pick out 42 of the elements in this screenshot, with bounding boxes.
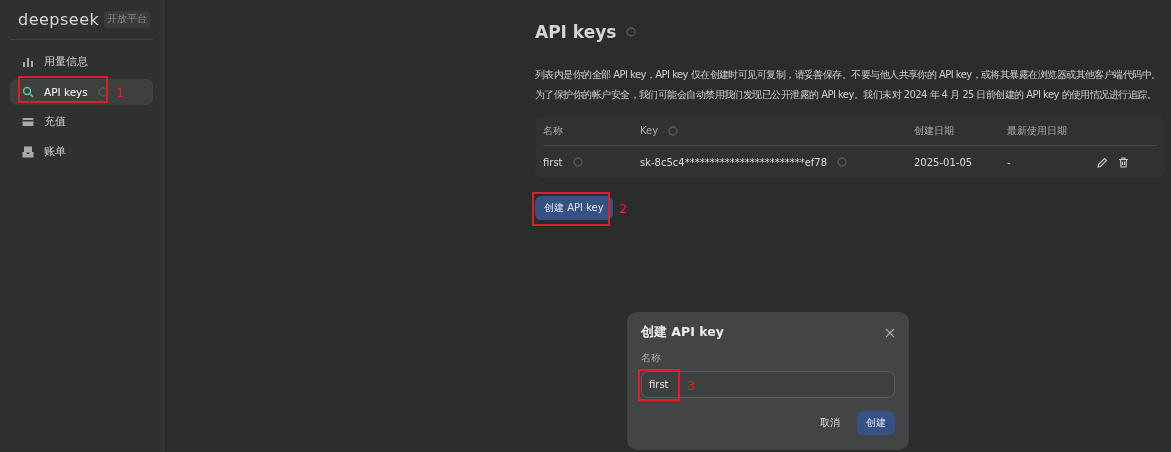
loading-icon <box>668 125 679 136</box>
loading-icon <box>572 157 583 167</box>
sidebar-item[interactable]: 充值 <box>10 109 153 135</box>
sidebar-item-label: 用量信息 <box>44 55 88 69</box>
column-header: 创建日期 <box>914 123 954 138</box>
table-cell: 2025-01-05 <box>914 156 973 168</box>
platform-badge: 开放平台 <box>104 11 151 28</box>
sidebar-item-label: 充值 <box>44 115 66 129</box>
logo: deepseek <box>18 10 100 29</box>
field-label: 名称 <box>641 352 662 365</box>
loading-icon <box>626 27 637 37</box>
page-title: API keys <box>535 22 617 42</box>
inbox-icon <box>22 146 34 158</box>
cancel-button[interactable]: 取消 <box>811 411 849 435</box>
annotation-number: 1 <box>116 84 125 100</box>
create-key-button[interactable]: 创建 API key <box>535 196 613 220</box>
search-icon <box>22 86 34 98</box>
table-cell: first <box>543 156 563 168</box>
description-text: 列表内是你的全部 API key，API key 仅在创建时可见可复制，请妥善保存。不要与他人共享你的 API key，或将其暴露在浏览器或其他客户端代码中。 <box>535 68 1162 82</box>
annotation-frame <box>638 369 680 401</box>
bar-chart-icon <box>22 56 34 68</box>
annotation-number: 3 <box>687 377 696 392</box>
column-header: 名称 <box>543 123 563 138</box>
sidebar-item-label: 账单 <box>44 145 66 159</box>
sidebar-item[interactable]: 用量信息 <box>10 49 153 75</box>
dialog-title: 创建 API key <box>641 324 724 341</box>
annotation-number: 2 <box>619 200 628 216</box>
wallet-icon <box>22 116 34 128</box>
delete-icon[interactable] <box>1118 156 1129 168</box>
loading-icon <box>97 87 108 97</box>
loading-icon <box>837 157 848 167</box>
column-header: 最新使用日期 <box>1007 123 1067 138</box>
confirm-button[interactable]: 创建 <box>857 411 895 435</box>
table-cell: - <box>1007 156 1011 168</box>
table-cell: sk-8c5c4************************ef78 <box>640 156 828 168</box>
sidebar-item[interactable]: API keys 1 <box>10 79 153 105</box>
sidebar-item-label: API keys <box>44 86 88 98</box>
sidebar-item[interactable]: 账单 <box>10 139 153 165</box>
description-text: 为了保护你的帐户安全，我们可能会自动禁用我们发现已公开泄露的 API key。我们未对 2024 年 4 月 25 日前创建的 API key 的使用情况进行追踪。 <box>535 88 1158 102</box>
close-icon[interactable] <box>885 327 895 338</box>
edit-icon[interactable] <box>1097 156 1108 168</box>
column-header: Key <box>640 125 659 136</box>
